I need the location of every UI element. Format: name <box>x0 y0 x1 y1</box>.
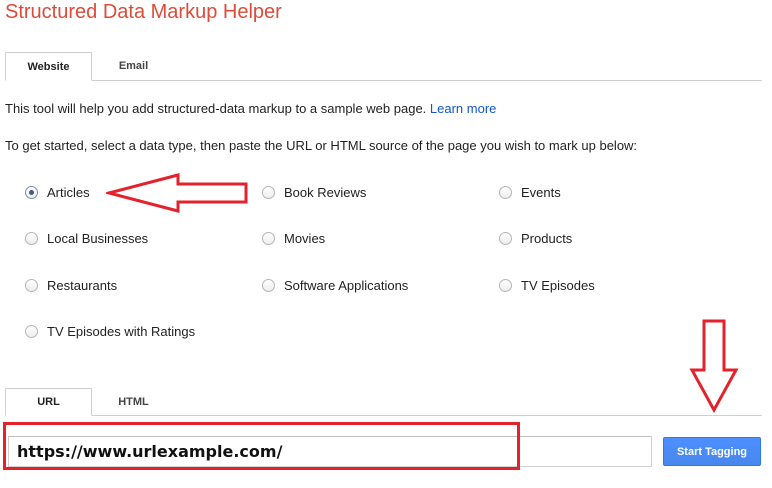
radio-software-applications[interactable]: Software Applications <box>262 278 408 293</box>
radio-button-icon[interactable] <box>499 186 512 199</box>
radio-tv-episodes-with-ratings[interactable]: TV Episodes with Ratings <box>25 324 195 339</box>
instruction-text: To get started, select a data type, then… <box>5 138 638 153</box>
source-tab-bar: URL HTML <box>5 388 762 416</box>
arrow-left-icon <box>106 173 248 213</box>
tab-email[interactable]: Email <box>92 52 175 80</box>
radio-label: TV Episodes <box>521 278 595 293</box>
url-input[interactable] <box>8 436 652 467</box>
radio-tv-episodes[interactable]: TV Episodes <box>499 278 595 293</box>
radio-book-reviews[interactable]: Book Reviews <box>262 185 366 200</box>
tab-html[interactable]: HTML <box>92 388 175 415</box>
radio-button-icon[interactable] <box>262 232 275 245</box>
radio-local-businesses[interactable]: Local Businesses <box>25 231 148 246</box>
learn-more-link[interactable]: Learn more <box>430 101 496 116</box>
radio-articles[interactable]: Articles <box>25 185 90 200</box>
radio-label: Book Reviews <box>284 185 367 200</box>
intro-description: This tool will help you add structured-d… <box>5 101 430 116</box>
radio-label: Products <box>521 231 573 246</box>
intro-text: This tool will help you add structured-d… <box>5 101 496 116</box>
radio-events[interactable]: Events <box>499 185 561 200</box>
radio-button-icon[interactable] <box>262 186 275 199</box>
tab-url[interactable]: URL <box>5 388 92 416</box>
radio-label: Local Businesses <box>47 231 149 246</box>
radio-button-icon[interactable] <box>499 232 512 245</box>
radio-button-icon[interactable] <box>262 279 275 292</box>
radio-label: TV Episodes with Ratings <box>47 324 196 339</box>
radio-movies[interactable]: Movies <box>262 231 325 246</box>
radio-button-icon[interactable] <box>25 232 38 245</box>
radio-button-icon[interactable] <box>25 186 38 199</box>
radio-label: Articles <box>47 185 90 200</box>
radio-button-icon[interactable] <box>25 279 38 292</box>
radio-restaurants[interactable]: Restaurants <box>25 278 117 293</box>
radio-label: Events <box>521 185 561 200</box>
radio-label: Restaurants <box>47 278 118 293</box>
page-title: Structured Data Markup Helper <box>5 1 282 23</box>
start-tagging-button[interactable]: Start Tagging <box>663 437 761 466</box>
radio-label: Software Applications <box>284 278 409 293</box>
radio-button-icon[interactable] <box>499 279 512 292</box>
radio-label: Movies <box>284 231 326 246</box>
tab-website[interactable]: Website <box>5 52 92 81</box>
top-tab-bar: Website Email <box>5 52 762 81</box>
radio-products[interactable]: Products <box>499 231 572 246</box>
radio-button-icon[interactable] <box>25 325 38 338</box>
